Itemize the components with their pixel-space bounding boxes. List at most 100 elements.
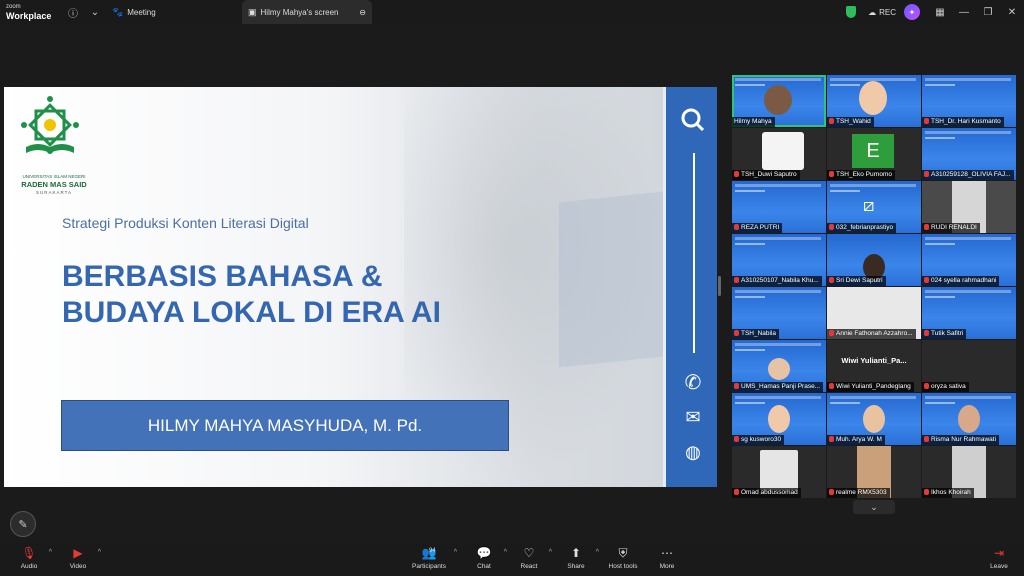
muted-mic-icon bbox=[829, 383, 834, 389]
globe-icon: ◍ bbox=[685, 442, 701, 462]
more-options-icon[interactable]: ⊖ bbox=[359, 8, 366, 17]
encryption-shield-icon[interactable] bbox=[846, 6, 857, 18]
slide-sidebar: ✆ ✉ ◍ bbox=[663, 87, 717, 487]
react-button[interactable]: ♡ React ^ bbox=[504, 546, 554, 570]
shared-slide: UNIVERSITAS ISLAM NEGERI RADEN MAS SAID … bbox=[4, 87, 717, 487]
profile-photo bbox=[760, 450, 798, 490]
participant-tile[interactable]: Sri Dewi Saputri bbox=[827, 234, 921, 286]
chevron-down-icon[interactable]: ⌄ bbox=[84, 0, 106, 24]
chat-icon: 💬 bbox=[476, 546, 492, 560]
ai-companion-icon[interactable]: ✦ bbox=[904, 4, 920, 20]
participant-tile[interactable]: UMS_Hamas Panji Prase... bbox=[732, 340, 826, 392]
view-grid-icon[interactable]: ▦ bbox=[928, 7, 952, 18]
participants-count: 94 bbox=[429, 548, 436, 554]
video-button[interactable]: ▶ Video ^ bbox=[53, 546, 103, 570]
close-button[interactable]: ✕ bbox=[1000, 7, 1024, 18]
heart-icon: ♡ bbox=[523, 546, 535, 560]
muted-mic-icon bbox=[829, 118, 834, 124]
info-icon[interactable]: ⓘ bbox=[62, 0, 84, 24]
share-screen-icon: ⬆ bbox=[570, 546, 582, 560]
mail-icon: ✉ bbox=[685, 407, 701, 427]
participant-tile[interactable]: TSH_Wahid bbox=[827, 75, 921, 127]
participant-tile[interactable]: Ikhos Khoirah bbox=[922, 446, 1016, 498]
cloud-icon: ☁ bbox=[868, 7, 877, 17]
university-name: UNIVERSITAS ISLAM NEGERI RADEN MAS SAID … bbox=[21, 174, 87, 195]
meeting-toolbar: 🎙 Audio ^ ▶ Video ^ 👥 94 Participants ^ … bbox=[0, 543, 1024, 576]
more-button[interactable]: ⋯ More bbox=[642, 546, 692, 570]
participant-tile[interactable]: A310259128_OLIVIA FAJ... bbox=[922, 128, 1016, 180]
avatar bbox=[863, 405, 885, 433]
slide-title: BERBASIS BAHASA & BUDAYA LOKAL DI ERA AI bbox=[62, 260, 441, 329]
audio-button[interactable]: 🎙 Audio ^ bbox=[4, 546, 54, 570]
muted-mic-icon bbox=[924, 224, 929, 230]
participant-tile[interactable]: A310250107_Nabila Khu... bbox=[732, 234, 826, 286]
participant-tile[interactable]: Annie Fathonah Azzahro... bbox=[827, 287, 921, 339]
participant-tile[interactable]: 024 syella rahmadhani bbox=[922, 234, 1016, 286]
paw-icon: 🐾 bbox=[112, 6, 124, 17]
recording-indicator[interactable]: ☁ REC bbox=[868, 8, 896, 17]
muted-mic-icon bbox=[829, 277, 834, 283]
muted-mic-icon bbox=[829, 436, 834, 442]
splitter-handle[interactable] bbox=[718, 276, 721, 296]
muted-mic-icon bbox=[924, 383, 929, 389]
restore-button[interactable]: ❐ bbox=[976, 7, 1000, 18]
participant-name-placeholder: Wiwi Yulianti_Pa... bbox=[841, 356, 907, 365]
participant-tile[interactable]: TSH_Dr. Hari Kusmanto bbox=[922, 75, 1016, 127]
participants-button[interactable]: 👥 94 Participants ^ bbox=[399, 546, 459, 570]
participant-tile[interactable]: oryza sativa bbox=[922, 340, 1016, 392]
zoom-logo: zoom Workplace bbox=[6, 4, 52, 21]
muted-mic-icon bbox=[829, 489, 834, 495]
participant-tile[interactable]: Risma Nur Rahmawati bbox=[922, 393, 1016, 445]
participant-tile[interactable]: TSH_Duwi Saputro bbox=[732, 128, 826, 180]
participant-tile[interactable]: REZA PUTRI bbox=[732, 181, 826, 233]
participant-tile[interactable]: ⧄ 032_febrianprastiyo bbox=[827, 181, 921, 233]
chat-button[interactable]: 💬 Chat ^ bbox=[459, 546, 509, 570]
phone-icon: ✆ bbox=[684, 372, 702, 394]
more-dots-icon: ⋯ bbox=[661, 546, 673, 560]
muted-mic-icon bbox=[734, 330, 739, 336]
muted-mic-icon bbox=[734, 383, 739, 389]
sidebar-divider bbox=[693, 153, 695, 353]
avatar bbox=[768, 358, 790, 380]
minimize-button[interactable]: — bbox=[952, 7, 976, 18]
muted-mic-icon bbox=[734, 489, 739, 495]
muted-mic-icon bbox=[734, 436, 739, 442]
host-tools-button[interactable]: ⛨ Host tools bbox=[598, 546, 648, 570]
participant-tile[interactable]: TSH_Nabila bbox=[732, 287, 826, 339]
background-screen bbox=[559, 191, 664, 368]
chevron-up-icon[interactable]: ^ bbox=[98, 549, 101, 556]
shield-icon: ⛨ bbox=[618, 546, 628, 560]
participant-tile[interactable]: Hilmy Mahya bbox=[732, 75, 826, 127]
video-off-icon: ▶ bbox=[73, 546, 83, 560]
participant-tile[interactable]: RUDI RENALDI bbox=[922, 181, 1016, 233]
video-off-icon: ⧄ bbox=[863, 195, 875, 215]
participant-tile[interactable]: sg kusworo30 bbox=[732, 393, 826, 445]
muted-mic-icon bbox=[734, 277, 739, 283]
avatar bbox=[768, 405, 790, 433]
leave-door-icon: ⇥ bbox=[993, 546, 1005, 560]
muted-mic-icon bbox=[924, 277, 929, 283]
chevron-up-icon[interactable]: ^ bbox=[454, 549, 457, 556]
annotate-pencil-icon[interactable]: ✎ bbox=[10, 511, 36, 537]
screen-share-icon: ▣ bbox=[248, 6, 257, 17]
muted-mic-icon bbox=[924, 489, 929, 495]
leave-button[interactable]: ⇥ Leave bbox=[974, 546, 1024, 570]
avatar bbox=[859, 81, 887, 115]
tab-meeting[interactable]: 🐾 Meeting bbox=[106, 0, 242, 24]
gallery-next-page-button[interactable]: ⌄ bbox=[853, 500, 895, 514]
muted-mic-icon bbox=[924, 330, 929, 336]
participant-tile[interactable]: Omad abdussomad bbox=[732, 446, 826, 498]
presenter-name-box: HILMY MAHYA MASYHUDA, M. Pd. bbox=[61, 400, 509, 451]
participant-tile[interactable]: Tutik Safitri bbox=[922, 287, 1016, 339]
muted-mic-icon bbox=[924, 118, 929, 124]
muted-mic-icon bbox=[734, 171, 739, 177]
tab-shared-screen[interactable]: ▣ Hilmy Mahya's screen ⊖ bbox=[242, 0, 372, 24]
participant-tile[interactable]: Wiwi Yulianti_Pa... Wiwi Yulianti_Pandeg… bbox=[827, 340, 921, 392]
participant-tile[interactable]: E TSH_Eko Purnomo bbox=[827, 128, 921, 180]
share-button[interactable]: ⬆ Share ^ bbox=[551, 546, 601, 570]
muted-mic-icon bbox=[829, 171, 834, 177]
chevron-up-icon[interactable]: ^ bbox=[49, 549, 52, 556]
participant-tile[interactable]: Muh. Arya W. M bbox=[827, 393, 921, 445]
slide-subtitle: Strategi Produksi Konten Literasi Digita… bbox=[62, 215, 309, 231]
participant-tile[interactable]: realme RMX5303 bbox=[827, 446, 921, 498]
